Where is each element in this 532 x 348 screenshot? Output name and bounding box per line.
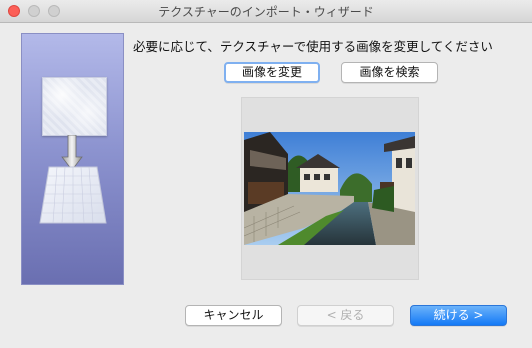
window-title: テクスチャーのインポート・ウィザード <box>158 5 374 19</box>
texture-square-icon <box>42 77 107 136</box>
continue-button[interactable]: 続ける > <box>410 305 507 326</box>
texture-image-preview <box>244 132 415 245</box>
title-bar: テクスチャーのインポート・ウィザード <box>0 0 532 23</box>
texture-import-wizard-window: テクスチャーのインポート・ウィザード 必要に応じて、テクスチャーで使用する画像を… <box>0 0 532 348</box>
search-image-button[interactable]: 画像を検索 <box>341 62 438 83</box>
wizard-side-panel <box>21 33 124 285</box>
instruction-text: 必要に応じて、テクスチャーで使用する画像を変更してください <box>133 39 493 54</box>
cancel-button[interactable]: キャンセル <box>185 305 282 326</box>
back-button[interactable]: < 戻る <box>297 305 394 326</box>
mapped-texture-icon <box>39 166 107 224</box>
change-image-button[interactable]: 画像を変更 <box>224 62 320 83</box>
